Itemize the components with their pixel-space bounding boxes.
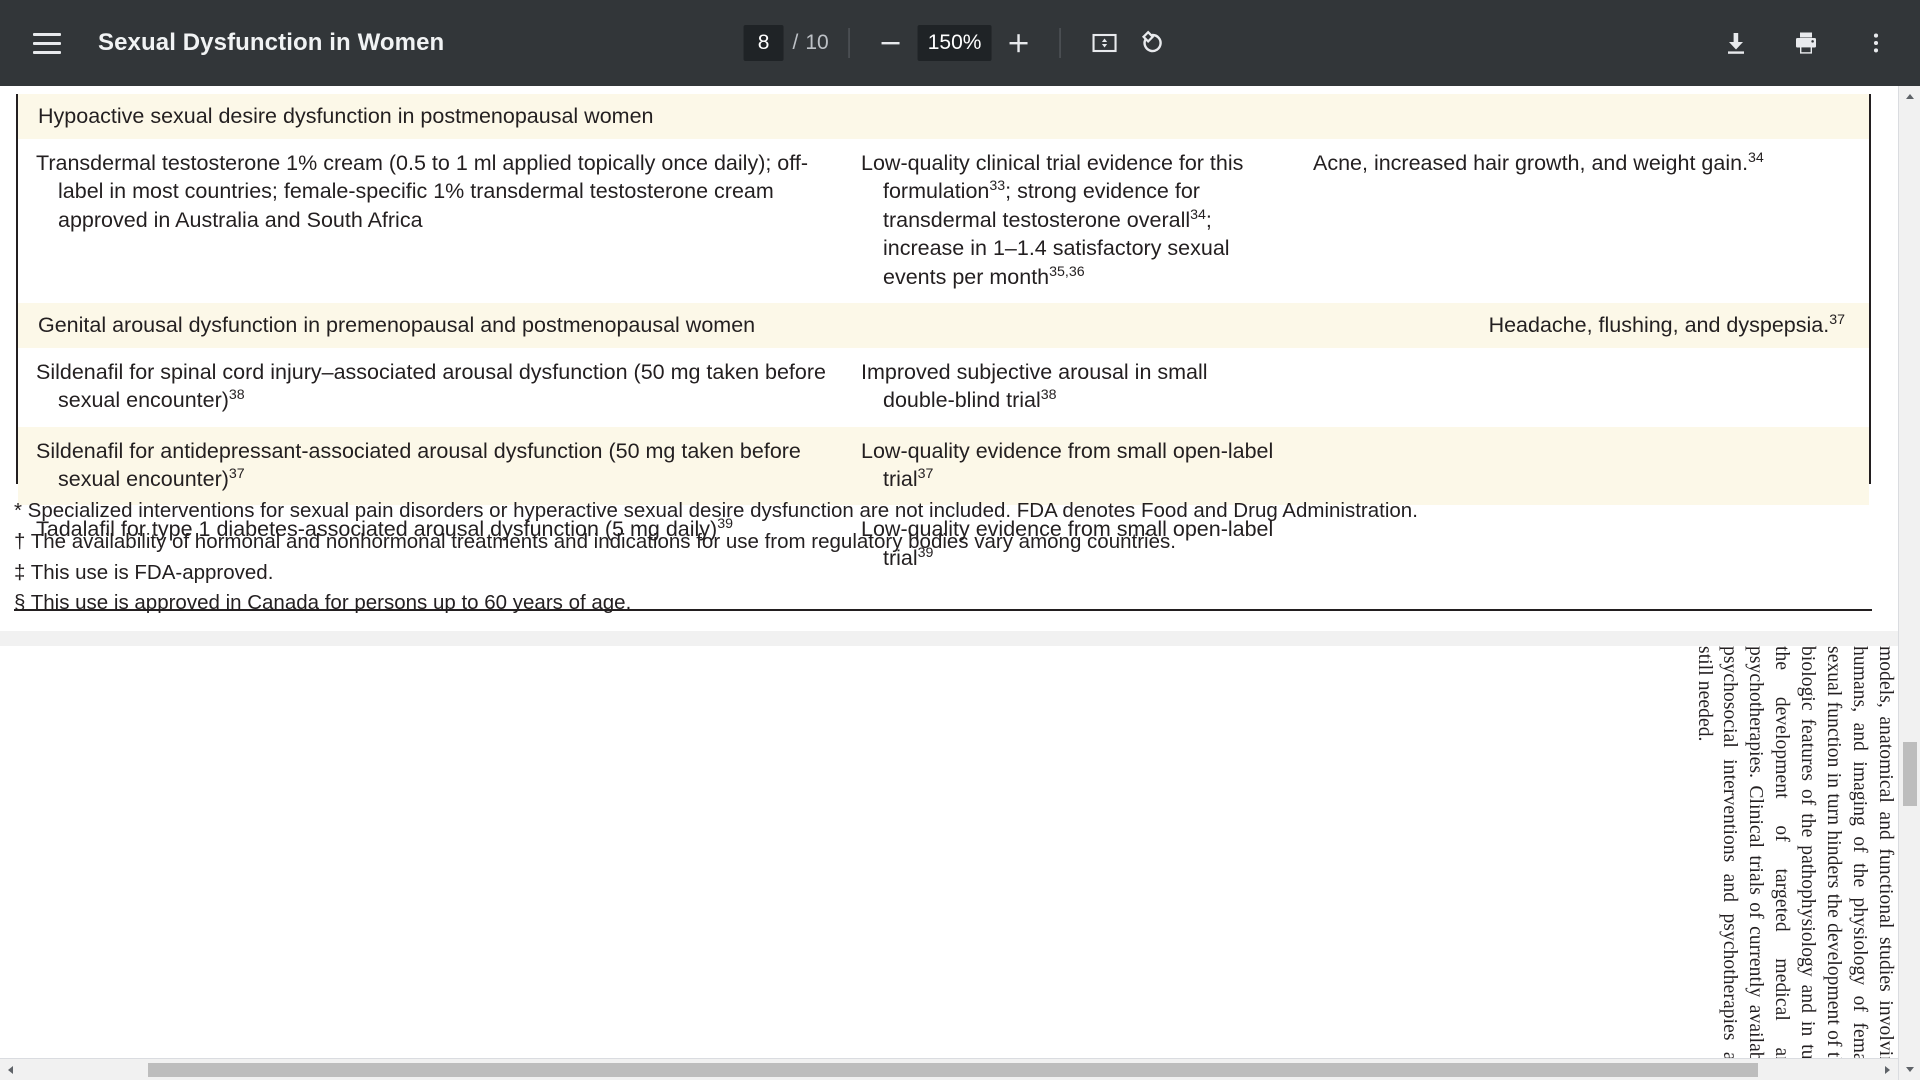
table-cell-intervention: Sildenafil for spinal cord injury–associ… (36, 359, 826, 413)
table-row: Transdermal testosterone 1% cream (0.5 t… (18, 139, 1869, 303)
vertical-scroll-thumb[interactable] (1903, 742, 1917, 806)
horizontal-scroll-thumb[interactable] (148, 1063, 1758, 1077)
table-cell-intervention: Transdermal testosterone 1% cream (0.5 t… (36, 151, 808, 232)
treatment-table: Hypoactive sexual desire dysfunction in … (16, 94, 1871, 570)
table-footnotes: * Specialized interventions for sexual p… (14, 496, 1874, 619)
menu-line-2 (33, 41, 61, 45)
page-title: Sexual Dysfunction in Women (98, 29, 445, 56)
scroll-right-arrow-icon[interactable] (1876, 1059, 1898, 1080)
table-section-header-label: Genital arousal dysfunction in premenopa… (38, 312, 756, 337)
menu-line-1 (33, 32, 61, 36)
table-section-header-row: Hypoactive sexual desire dysfunction in … (18, 94, 1869, 139)
toolbar-right-actions (1712, 19, 1900, 67)
pdf-page-8: Hypoactive sexual desire dysfunction in … (0, 86, 1898, 631)
rotated-paragraph: models, anatomical and functional studie… (1693, 646, 1896, 1066)
table-section-header-label: Hypoactive sexual desire dysfunction in … (38, 104, 654, 128)
page-number-input[interactable]: 8 (743, 25, 784, 61)
rotated-column-1: models, anatomical and functional studie… (538, 646, 1898, 1066)
page-separator: / (792, 31, 799, 54)
table-row: Sildenafil for spinal cord injury–associ… (18, 348, 1869, 427)
table-cell-intervention: Sildenafil for antidepressant-associated… (36, 438, 801, 491)
rotate-counterclockwise-icon[interactable] (1128, 19, 1176, 67)
menu-line-3 (33, 50, 61, 54)
pdf-page-viewport[interactable]: Hypoactive sexual desire dysfunction in … (0, 86, 1920, 1080)
horizontal-rule (14, 609, 1872, 611)
footnote-dagger: † The availability of hormonal and nonho… (14, 529, 1176, 553)
zoom-out-button[interactable] (870, 22, 912, 64)
scroll-left-arrow-icon[interactable] (0, 1059, 22, 1080)
table-cell-adverse-effects (1293, 348, 1869, 427)
horizontal-scrollbar[interactable] (0, 1058, 1898, 1080)
footnote-double-dagger: ‡ This use is FDA-approved. (14, 560, 274, 584)
hamburger-menu-icon[interactable] (18, 14, 76, 72)
page-and-zoom-controls: 8 / 10 150% (743, 13, 1177, 73)
table-cell-adverse-effects: Acne, increased hair growth, and weight … (1313, 149, 1764, 175)
page-count-label: 10 (805, 31, 829, 54)
fit-to-page-icon[interactable] (1080, 19, 1128, 67)
vertical-scrollbar[interactable] (1898, 86, 1920, 1080)
rotated-text-block: models, anatomical and functional studie… (0, 646, 1898, 1066)
scroll-down-arrow-icon[interactable] (1899, 1058, 1920, 1080)
footnote-section: § This use is approved in Canada for per… (14, 591, 632, 615)
table-section-header-row: Genital arousal dysfunction in premenopa… (18, 302, 1869, 348)
zoom-level-input[interactable]: 150% (917, 25, 992, 61)
table-cell-adverse-effects (1293, 427, 1869, 506)
table-cell-evidence: Low-quality evidence from small open-lab… (861, 438, 1274, 491)
print-icon[interactable] (1782, 19, 1830, 67)
toolbar-divider-1 (848, 28, 850, 58)
download-icon[interactable] (1712, 19, 1760, 67)
toolbar-divider-2 (1059, 28, 1061, 58)
pdf-viewer-toolbar: Sexual Dysfunction in Women 8 / 10 150% (0, 0, 1920, 86)
footnote-asterisk: * Specialized interventions for sexual p… (14, 499, 1418, 522)
scroll-up-arrow-icon[interactable] (1899, 86, 1920, 108)
table-section-header-note: Headache, flushing, and dyspepsia.37 (1488, 311, 1845, 337)
pdf-page-9-rotated: models, anatomical and functional studie… (0, 646, 1898, 1066)
more-vertical-icon[interactable] (1852, 19, 1900, 67)
table-row: Sildenafil for antidepressant-associated… (18, 426, 1869, 506)
zoom-in-button[interactable] (997, 22, 1039, 64)
table-cell-evidence: Improved subjective arousal in small dou… (861, 359, 1208, 413)
table-cell-evidence: Low-quality clinical trial evidence for … (861, 151, 1244, 289)
